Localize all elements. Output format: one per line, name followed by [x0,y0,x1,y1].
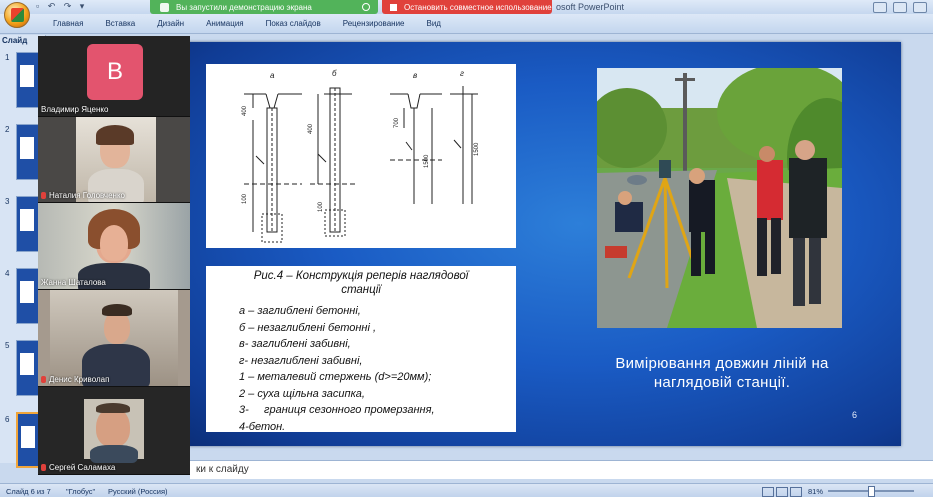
thumb-number: 2 [5,125,10,134]
field-survey-photo [597,68,842,328]
quick-access-toolbar[interactable]: ▫ ↶ ↷ ▾ [36,1,87,12]
participant-tile[interactable]: Наталия Головченко [38,117,190,203]
office-logo-icon [11,8,24,22]
tab-design[interactable]: Дизайн [146,19,195,28]
slideshow-icon[interactable] [790,487,802,497]
minimize-icon[interactable] [873,2,887,13]
muted-mic-icon [41,192,46,199]
legend-item: 4-бетон. [239,420,286,433]
normal-view-icon[interactable] [762,487,774,497]
participant-tile[interactable]: В Владимир Яценко [38,36,190,117]
legend-item: г- незаглиблені забивні, [239,354,363,367]
participant-name: Денис Криволап [41,375,109,384]
slide-counter: Слайд 6 из 7 [6,487,51,496]
figure-legend-list: а – заглиблені бетонні, б – незаглиблені… [239,303,435,435]
participant-name: Жанна Шаталова [41,278,106,287]
video-participants-panel: В Владимир Яценко Наталия Головченко Жан… [38,36,190,475]
thumb-number: 1 [5,53,10,62]
slide-number: 6 [852,410,858,420]
dim-b-bottom: 100 [318,201,324,212]
figure-caption-box: Рис.4 – Конструкція реперів наглядової с… [206,266,516,435]
legend-item: б – незаглиблені бетонні , [239,321,377,334]
thumb-number: 3 [5,197,10,206]
tab-animation[interactable]: Анимация [195,19,255,28]
participant-tile[interactable]: Денис Криволап [38,290,190,387]
ribbon-tabs: Главная Вставка Дизайн Анимация Показ сл… [42,19,452,28]
avatar: В [87,44,143,100]
figure-label-c: в [413,71,417,80]
figure-caption-title: Рис.4 – Конструкція реперів наглядової с… [253,270,469,296]
close-icon[interactable] [913,2,927,13]
tab-view[interactable]: Вид [416,19,452,28]
tab-review[interactable]: Рецензирование [332,19,416,28]
dim-c: 1500 [424,154,430,168]
benchmark-figure: а б в г 400 100 400 1500 1500 100 700 [206,64,516,248]
dim-b-top: 400 [308,123,314,134]
zoom-level[interactable]: 81% [808,487,823,496]
participant-tile[interactable]: Сергей Саламаха [38,387,190,475]
tab-slideshow[interactable]: Показ слайдов [255,19,332,28]
dim-a-top: 400 [242,105,248,116]
participant-name: Сергей Саламаха [41,463,115,472]
dim-c-top: 700 [394,117,400,128]
dim-a-mid: 100 [242,193,248,204]
stop-sharing-button[interactable]: Остановить совместное использование [382,0,552,14]
legend-item: в- заглиблені забивні, [239,338,351,350]
thumb-number: 5 [5,341,10,350]
slides-tab[interactable]: Слайд [2,36,40,47]
legend-item: 3- границя сезонного промерзання, [239,404,435,416]
screen-share-icon [160,2,169,12]
thumb-number: 4 [5,269,10,278]
slide-sorter-icon[interactable] [776,487,788,497]
status-bar: Слайд 6 из 7 "Глобус" Русский (Россия) 8… [0,483,933,497]
participant-name: Наталия Головченко [41,191,125,200]
office-button[interactable] [4,2,30,28]
stop-icon [390,3,397,11]
figure-label-a: а [270,71,275,80]
stop-sharing-label: Остановить совместное использование [404,2,552,12]
theme-name: "Глобус" [66,487,96,496]
legend-item: 2 – суха щільна засипка, [239,387,365,400]
notes-placeholder: ки к слайду [196,464,249,475]
legend-item: 1 – металевий стержень (d>=20мм); [239,371,432,383]
screen-share-status: Вы запустили демонстрацию экрана [176,2,312,12]
tab-insert[interactable]: Вставка [94,19,146,28]
thumb-number: 6 [5,415,10,424]
figure-label-d: г [460,69,464,78]
participant-tile[interactable]: Жанна Шаталова [38,203,190,290]
legend-item: а – заглиблені бетонні, [239,305,361,317]
dim-d: 1500 [474,142,480,156]
participant-name: Владимир Яценко [41,105,109,114]
photo-caption: Вимірювання довжин ліній на наглядовій с… [615,355,829,391]
zoom-slider-handle[interactable] [868,486,875,497]
muted-mic-icon [41,464,46,471]
window-title: osoft PowerPoint [556,2,625,12]
figure-label-b: б [332,69,337,78]
muted-mic-icon [41,376,46,383]
tab-home[interactable]: Главная [42,19,94,28]
window-controls [866,0,933,14]
pin-icon[interactable] [362,3,370,11]
notes-pane[interactable]: ки к слайду [190,460,933,479]
language-indicator[interactable]: Русский (Россия) [108,487,168,496]
screen-share-banner: Вы запустили демонстрацию экрана [150,0,378,14]
maximize-icon[interactable] [893,2,907,13]
